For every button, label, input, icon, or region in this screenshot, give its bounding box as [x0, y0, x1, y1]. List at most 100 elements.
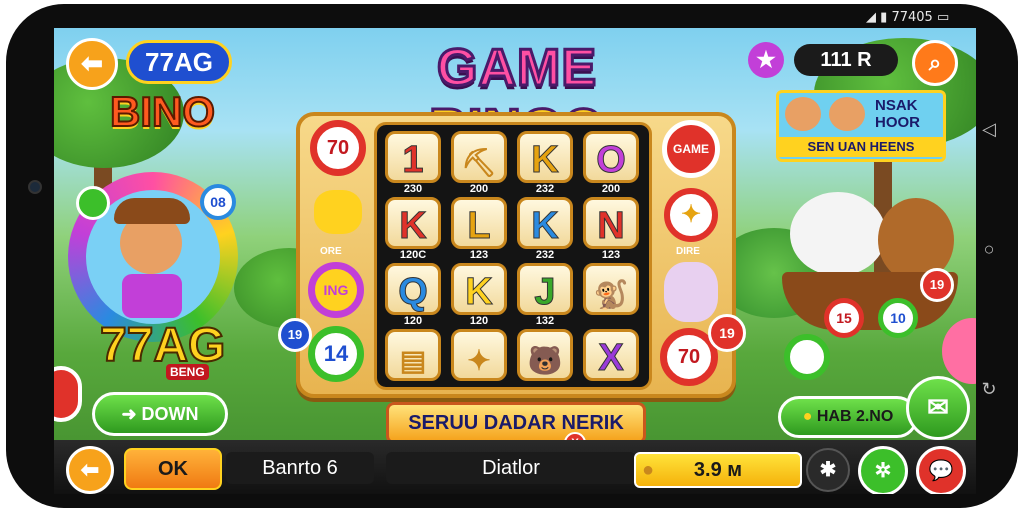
board-chip-right[interactable]: ✦ [664, 188, 718, 242]
info-card[interactable]: NSAK HOOR SEN UAN HEENS [776, 90, 946, 162]
ok-button[interactable]: OK [124, 448, 222, 490]
down-button[interactable]: ➜ DOWN [92, 392, 228, 436]
cell-label: 120C [399, 249, 427, 261]
character-body [122, 274, 182, 318]
nav-home-icon[interactable]: ○ [974, 234, 1004, 264]
cell-label: 200 [469, 183, 489, 195]
bird-icon [314, 190, 362, 234]
back-button[interactable]: ⬅ [66, 38, 118, 90]
coin-value: 3.9 ᴍ [693, 459, 743, 481]
bingo-cell[interactable]: K [385, 197, 441, 249]
brand-badge: 77AG [126, 40, 232, 84]
search-button[interactable]: ⌕ [912, 40, 958, 86]
bingo-cell[interactable]: K [517, 131, 573, 183]
search-icon: ⌕ [928, 50, 942, 75]
chat-bubble-button[interactable]: ✉ [906, 376, 970, 440]
basket-chip[interactable]: 19 [920, 268, 954, 302]
score-display: 111 R [794, 44, 898, 76]
settings-button[interactable]: ✱ [806, 448, 850, 492]
bingo-cell[interactable]: Q [385, 263, 441, 315]
cell-symbol: L [467, 205, 491, 248]
nav-back-icon[interactable]: ◁ [974, 114, 1004, 144]
bird-icon: ✦ [680, 201, 702, 228]
bingo-cell[interactable]: ✦ [451, 329, 507, 381]
cell-label: 232 [535, 249, 555, 261]
cell-label: 120 [469, 315, 489, 327]
status-bar: ◢ ▮ 77405 ▭ [866, 10, 949, 25]
board-chip-left[interactable]: 70 [310, 120, 366, 176]
cell-label: 123 [469, 249, 489, 261]
nav-recents-icon[interactable]: ↻ [974, 374, 1004, 404]
down-button-label: DOWN [141, 404, 199, 424]
monkey-icon: 🐒 [593, 279, 629, 310]
cell-symbol: O [596, 139, 627, 182]
bingo-cell[interactable]: O [583, 131, 639, 183]
cell-symbol: K [531, 139, 559, 182]
star-icon: ★ [756, 47, 776, 72]
arrow-left-icon: ⬅ [81, 48, 103, 78]
dealer-field: Diatlor [386, 452, 636, 484]
cell-label: 200 [601, 183, 621, 195]
coin-balance: ● 3.9 ᴍ [634, 452, 802, 488]
basket-chip[interactable]: 15 [824, 298, 864, 338]
chat-icon: 💬 [928, 460, 954, 482]
cell-label: 230 [403, 183, 423, 195]
bingo-cell[interactable]: 🐒 [583, 263, 639, 315]
bingo-cell[interactable]: 1 [385, 131, 441, 183]
cell-symbol: K [531, 205, 559, 248]
chat-button[interactable]: 💬 [916, 446, 966, 494]
chip [54, 366, 82, 422]
bingo-cell[interactable]: ⛏ [451, 131, 507, 183]
bear-icon: 🐻 [527, 345, 563, 376]
character-icon [785, 97, 821, 131]
bingo-cell[interactable]: K [517, 197, 573, 249]
board-label-left: ORE [320, 246, 342, 257]
basket-chip[interactable]: 10 [878, 298, 918, 338]
android-nav-bar: ◁ ○ ↻ [974, 114, 1004, 404]
cell-label: 232 [535, 183, 555, 195]
cell-symbol: N [597, 205, 625, 248]
brand-small: BENG [166, 364, 209, 380]
bingo-cell[interactable]: J [517, 263, 573, 315]
arrow-right-icon: ➜ [121, 404, 142, 424]
chat-icon: ✉ [927, 392, 949, 422]
chip [784, 334, 830, 380]
promo-banner[interactable]: SERUU DADAR NERIK [386, 402, 646, 444]
refresh-icon: ✲ [874, 460, 892, 482]
logo-text: BINO [109, 87, 216, 136]
bingo-grid: 1 230 ⛏ 200 K 232 O 200 K 120C L 123 K 232 N 123 Q 120 K 12… [374, 122, 652, 390]
cell-symbol: Q [398, 271, 429, 314]
board-label-right: DIRE [676, 246, 700, 257]
chip: 08 [200, 184, 236, 220]
bingo-cell[interactable]: X [583, 329, 639, 381]
refresh-button[interactable]: ✲ [858, 446, 908, 494]
bingo-cell[interactable]: L [451, 197, 507, 249]
bottom-back-button[interactable]: ⬅ [66, 446, 114, 494]
star-button[interactable]: ★ [748, 42, 784, 78]
hab-button-label: HAB 2.NO [816, 408, 894, 425]
bingo-cell[interactable]: K [451, 263, 507, 315]
chip [76, 186, 110, 220]
status-text: 77405 [891, 10, 933, 25]
info-card-title: NSAK HOOR [875, 97, 920, 131]
board-chip-right[interactable]: GAME [662, 120, 720, 178]
coin-icon: ● [642, 459, 655, 481]
cell-label: 123 [601, 249, 621, 261]
title-part1: GAME [436, 38, 598, 99]
treasure-icon: ⛏ [461, 147, 497, 178]
character-icon [829, 97, 865, 131]
bingo-cell[interactable]: ▤ [385, 329, 441, 381]
signal-icon: ◢ ▮ [866, 10, 888, 25]
board-chip-left[interactable]: 14 [308, 326, 364, 382]
board-chip-left[interactable]: ING [308, 262, 364, 318]
cell-symbol: J [534, 271, 556, 314]
bingo-cell[interactable]: 🐻 [517, 329, 573, 381]
cell-symbol: X [598, 337, 624, 380]
board-chip-edge[interactable]: 19 [708, 314, 746, 352]
board-chip-edge[interactable]: 19 [278, 318, 312, 352]
bingo-cell[interactable]: N [583, 197, 639, 249]
hab-button[interactable]: ● HAB 2.NO [778, 396, 918, 438]
cow-character [790, 192, 886, 276]
player-field: Banrto 6 [226, 452, 374, 484]
character-icon [664, 262, 718, 322]
